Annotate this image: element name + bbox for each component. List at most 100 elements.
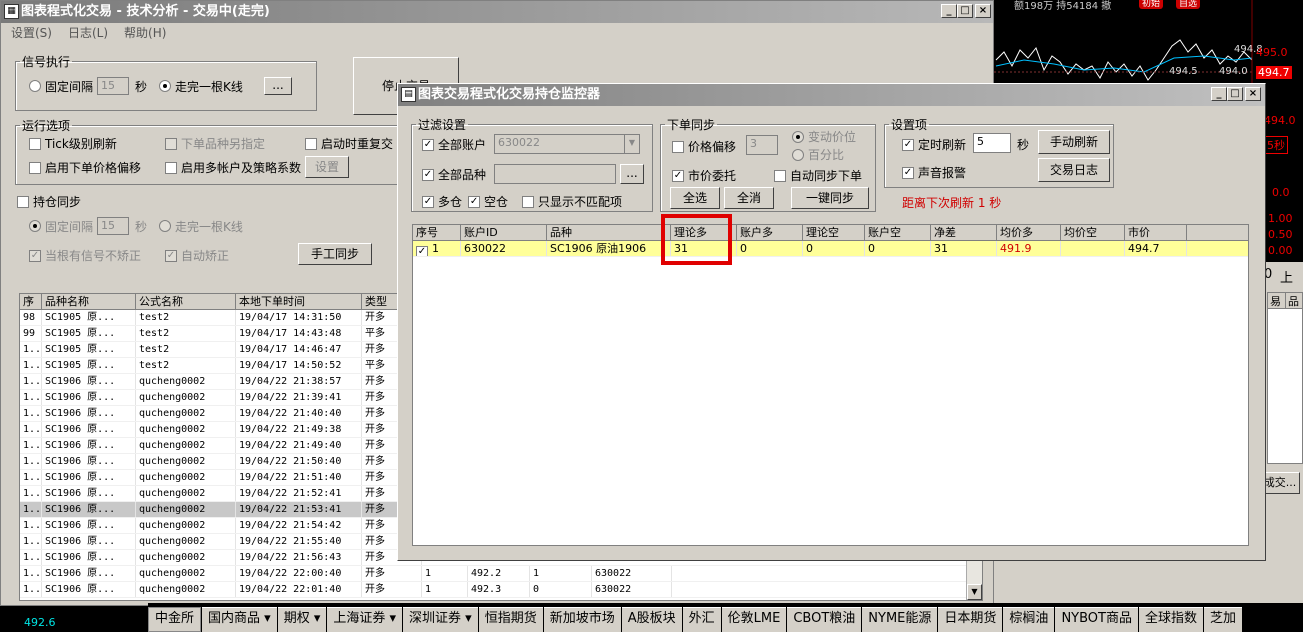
menu-help[interactable]: 帮助(H) bbox=[124, 26, 166, 40]
position-grid[interactable]: 序号 账户ID 品种 理论多 账户多 理论空 账户空 净差 均价多 均价空 市价… bbox=[412, 224, 1249, 546]
market-tab[interactable]: NYME能源 bbox=[862, 607, 938, 632]
product-input[interactable] bbox=[494, 164, 616, 184]
market-tab[interactable]: 日本期货 bbox=[938, 607, 1003, 632]
col-seq[interactable]: 序 bbox=[20, 294, 42, 309]
main-title-bar[interactable]: ▦ 图表程式化交易 - 技术分析 - 交易中(走完) _ □ × bbox=[1, 1, 993, 23]
market-tab-bar: 中金所 国内商品 ▾ 期权 ▾ 上海证券 ▾ 深圳证券 ▾ 恒指期货 新加坡市场 A股板块 外汇… bbox=[148, 603, 1303, 632]
interval-input[interactable]: 15 bbox=[97, 77, 130, 95]
row-checkbox[interactable]: ✓ bbox=[416, 246, 428, 256]
menu-settings[interactable]: 设置(S) bbox=[11, 26, 52, 40]
all-products-checkbox[interactable]: ✓ bbox=[422, 168, 434, 181]
col-time[interactable]: 本地下单时间 bbox=[236, 294, 362, 309]
market-tab[interactable]: 国内商品 ▾ bbox=[202, 607, 277, 632]
no-signal-checkbox[interactable]: ✓ bbox=[29, 249, 41, 262]
sound-checkbox[interactable]: ✓ bbox=[902, 166, 914, 179]
manual-sync-button[interactable]: 手工同步 bbox=[298, 243, 372, 265]
order-other-checkbox[interactable] bbox=[165, 137, 177, 150]
table-cell: 1.. bbox=[20, 374, 42, 389]
market-tab[interactable]: NYBOT商品 bbox=[1055, 607, 1138, 632]
bar-complete-radio[interactable] bbox=[159, 80, 172, 92]
pcol-avg-short[interactable]: 均价空 bbox=[1061, 225, 1125, 240]
pcol-avg-long[interactable]: 均价多 bbox=[997, 225, 1061, 240]
timed-refresh-checkbox[interactable]: ✓ bbox=[902, 138, 914, 151]
opp-price-radio[interactable] bbox=[792, 130, 804, 143]
table-row[interactable]: 1.. SC1906 原... qucheng0002 19/04/22 22:01:… bbox=[20, 582, 982, 598]
position-row[interactable]: ✓ 1 630022 SC1906 原油1906 31 0 0 0 31 491.… bbox=[413, 241, 1248, 257]
market-tab[interactable]: 新加坡市场 bbox=[543, 607, 621, 632]
monitor-price-offset-checkbox[interactable] bbox=[672, 140, 684, 153]
opp-price-label: 变动价位 bbox=[808, 130, 857, 144]
price-offset-label: 启用下单价格偏移 bbox=[45, 161, 142, 175]
table-cell-extra: 1 bbox=[530, 566, 592, 581]
menu-log[interactable]: 日志(L) bbox=[68, 26, 108, 40]
col-formula[interactable]: 公式名称 bbox=[136, 294, 236, 309]
chevron-down-icon[interactable]: ▼ bbox=[624, 135, 639, 153]
monitor-title-bar[interactable]: ▤ 图表交易程式化交易持仓监控器 _ □ × bbox=[398, 84, 1265, 106]
hold-bar-radio[interactable] bbox=[159, 220, 172, 232]
account-select[interactable]: 630022 ▼ bbox=[494, 134, 640, 154]
restart-checkbox[interactable] bbox=[305, 137, 317, 150]
market-tab[interactable]: 棕榈油 bbox=[1003, 607, 1055, 632]
multi-account-checkbox[interactable] bbox=[165, 161, 177, 174]
short-checkbox[interactable]: ✓ bbox=[468, 195, 481, 208]
monitor-minimize-icon[interactable]: _ bbox=[1211, 87, 1227, 101]
pcol-market[interactable]: 市价 bbox=[1125, 225, 1187, 240]
one-key-sync-button[interactable]: 一键同步 bbox=[791, 187, 869, 209]
market-checkbox[interactable]: ✓ bbox=[672, 169, 684, 182]
cell-account-long: 0 bbox=[737, 241, 803, 256]
maximize-icon[interactable]: □ bbox=[957, 4, 973, 18]
market-tab[interactable]: 恒指期货 bbox=[478, 607, 543, 632]
market-tab[interactable]: A股板块 bbox=[621, 607, 682, 632]
market-tab[interactable]: 深圳证券 ▾ bbox=[403, 607, 478, 632]
market-tab[interactable]: CBOT粮油 bbox=[787, 607, 862, 632]
all-accounts-checkbox[interactable]: ✓ bbox=[422, 138, 434, 151]
market-tab[interactable]: 全球指数 bbox=[1138, 607, 1203, 632]
right-list[interactable]: 易 品 bbox=[1267, 292, 1303, 464]
auto-sync-checkbox[interactable] bbox=[774, 169, 786, 182]
pcol-theory-short[interactable]: 理论空 bbox=[803, 225, 865, 240]
hold-interval-input[interactable]: 15 bbox=[97, 217, 130, 235]
fixed-interval-radio[interactable] bbox=[29, 80, 41, 92]
deal-button[interactable]: 成交... bbox=[1260, 472, 1300, 494]
pcol-product[interactable]: 品种 bbox=[547, 225, 671, 240]
hold-fixed-radio[interactable] bbox=[29, 220, 41, 232]
pcol-net[interactable]: 净差 bbox=[931, 225, 997, 240]
clear-all-button[interactable]: 全消 bbox=[724, 187, 774, 209]
signal-dots-button[interactable]: ... bbox=[264, 77, 292, 95]
monitor-close-icon[interactable]: × bbox=[1245, 87, 1261, 101]
pcol-seq[interactable]: 序号 bbox=[413, 225, 461, 240]
auto-fix-checkbox[interactable]: ✓ bbox=[165, 249, 177, 262]
offset-input[interactable]: 3 bbox=[746, 135, 778, 155]
market-tab[interactable]: 外汇 bbox=[682, 607, 721, 632]
market-tab[interactable]: 中金所 bbox=[148, 607, 202, 632]
axis-tick-3[interactable]: 5秒 bbox=[1264, 136, 1288, 154]
scroll-down-icon[interactable]: ▼ bbox=[967, 584, 982, 600]
close-icon[interactable]: × bbox=[975, 4, 991, 18]
pcol-account-short[interactable]: 账户空 bbox=[865, 225, 931, 240]
table-row[interactable]: 1.. SC1906 原... qucheng0002 19/04/22 22:00:… bbox=[20, 566, 982, 582]
market-tab[interactable]: 上海证券 ▾ bbox=[327, 607, 403, 632]
badge-favorite[interactable]: 自选 bbox=[1176, 0, 1201, 9]
manual-refresh-button[interactable]: 手动刷新 bbox=[1038, 130, 1110, 154]
pcol-account[interactable]: 账户ID bbox=[461, 225, 547, 240]
right-hdr-b: 品 bbox=[1288, 295, 1299, 308]
badge-initial[interactable]: 初始 bbox=[1139, 0, 1164, 9]
col-product[interactable]: 品种名称 bbox=[42, 294, 136, 309]
pcol-account-long[interactable]: 账户多 bbox=[737, 225, 803, 240]
product-more-button[interactable]: ... bbox=[620, 164, 644, 184]
hold-sync-checkbox[interactable] bbox=[17, 195, 29, 208]
monitor-maximize-icon[interactable]: □ bbox=[1227, 87, 1243, 101]
refresh-input[interactable]: 5 bbox=[973, 133, 1011, 153]
market-tab[interactable]: 芝加 bbox=[1203, 607, 1242, 632]
market-tab[interactable]: 期权 ▾ bbox=[277, 607, 327, 632]
mismatch-checkbox[interactable] bbox=[522, 195, 535, 208]
minimize-icon[interactable]: _ bbox=[941, 4, 957, 18]
run-settings-button[interactable]: 设置 bbox=[305, 156, 349, 178]
tick-refresh-checkbox[interactable] bbox=[29, 137, 41, 150]
market-tab[interactable]: 伦敦LME bbox=[721, 607, 787, 632]
price-offset-checkbox[interactable] bbox=[29, 161, 41, 174]
percent-radio[interactable] bbox=[792, 148, 804, 161]
select-all-button[interactable]: 全选 bbox=[670, 187, 720, 209]
trade-log-button[interactable]: 交易日志 bbox=[1038, 158, 1110, 182]
long-checkbox[interactable]: ✓ bbox=[422, 195, 434, 208]
